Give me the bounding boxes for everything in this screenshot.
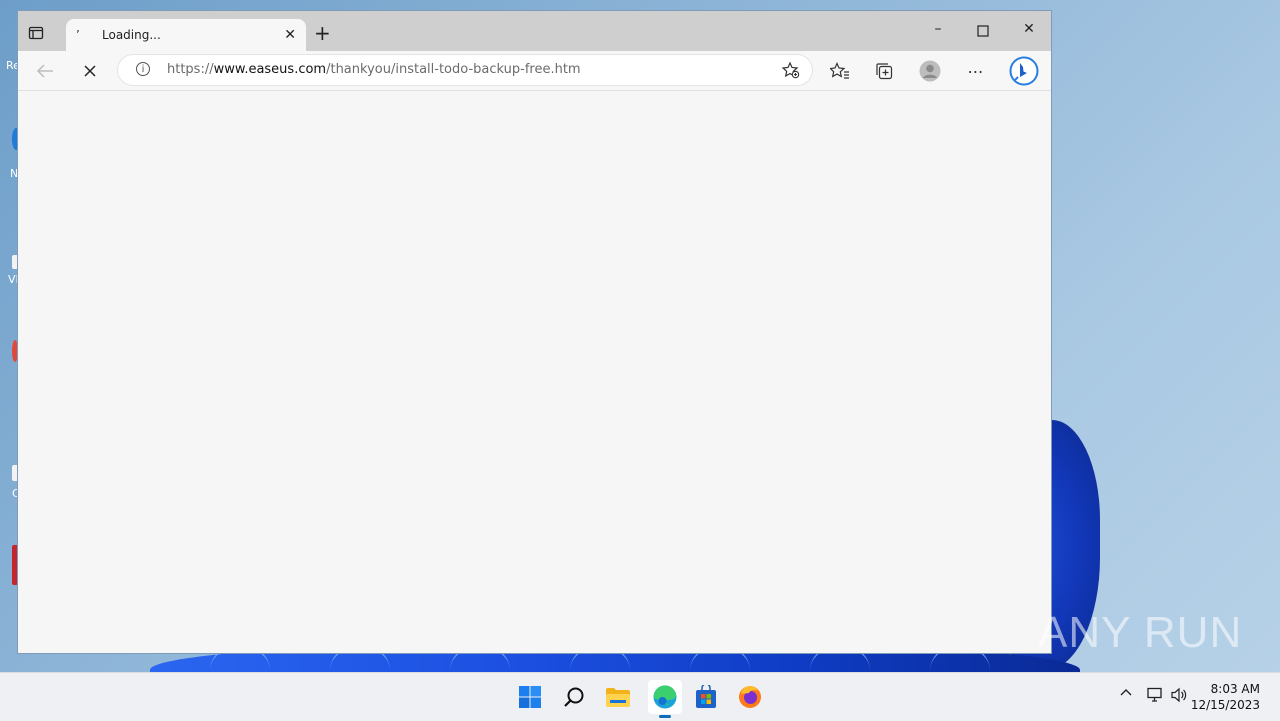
start-icon[interactable]	[516, 683, 544, 711]
watermark: ANY RUN	[1038, 608, 1243, 657]
close-window-button[interactable]: ✕	[1009, 21, 1049, 41]
new-tab-button[interactable]: +	[314, 23, 331, 43]
tab-title: Loading...	[102, 28, 161, 42]
more-options-icon[interactable]: ⋯	[965, 60, 987, 82]
stop-loading-button[interactable]	[79, 60, 101, 82]
tab-bar: ’ Loading... ✕ + – ✕	[18, 11, 1051, 51]
address-bar[interactable]: i https://www.easeus.com/thankyou/instal…	[118, 55, 812, 85]
volume-icon[interactable]	[1170, 687, 1188, 707]
taskbar: 8:03 AM 12/15/2023	[0, 672, 1280, 721]
site-info-icon[interactable]: i	[136, 62, 150, 76]
profile-avatar-icon[interactable]	[919, 60, 941, 82]
back-button[interactable]	[34, 60, 56, 82]
collections-icon[interactable]	[873, 60, 895, 82]
maximize-button[interactable]	[963, 21, 1003, 41]
close-icon[interactable]: ✕	[284, 27, 296, 43]
tab-active[interactable]: ’ Loading... ✕	[66, 19, 306, 51]
firefox-icon[interactable]	[736, 683, 764, 711]
page-content-loading	[18, 91, 1051, 653]
file-explorer-icon[interactable]	[604, 683, 632, 711]
minimize-button[interactable]: –	[918, 21, 958, 41]
clock-time: 8:03 AM	[1210, 682, 1260, 696]
url-text[interactable]: https://www.easeus.com/thankyou/install-…	[167, 62, 581, 77]
toolbar: i https://www.easeus.com/thankyou/instal…	[18, 51, 1051, 91]
clock-date: 12/15/2023	[1190, 698, 1260, 712]
tab-actions-icon[interactable]	[28, 25, 44, 41]
browser-window: ’ Loading... ✕ + – ✕ i https://www.easeu…	[17, 10, 1052, 654]
store-icon[interactable]	[692, 683, 720, 711]
clock[interactable]: 8:03 AM 12/15/2023	[1191, 681, 1260, 713]
loading-spinner-icon: ’	[76, 28, 80, 42]
network-icon[interactable]	[1146, 687, 1164, 707]
chevron-up-icon[interactable]	[1120, 687, 1132, 703]
favorites-icon[interactable]	[829, 60, 851, 82]
bing-chat-icon[interactable]	[1008, 55, 1040, 87]
search-icon[interactable]	[560, 683, 588, 711]
add-favorite-icon[interactable]	[781, 61, 800, 83]
edge-icon[interactable]	[648, 680, 682, 718]
